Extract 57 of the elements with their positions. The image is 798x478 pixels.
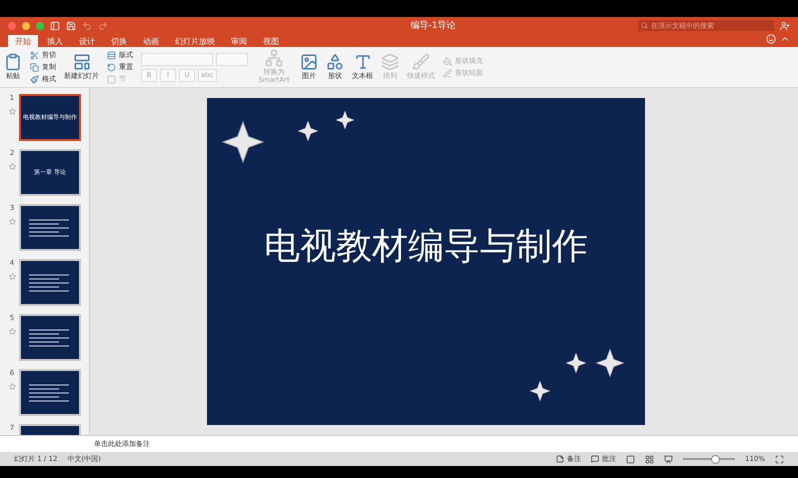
- star-icon: [8, 218, 16, 225]
- save-icon[interactable]: [66, 20, 76, 30]
- ribbon-tab[interactable]: 动画: [136, 35, 166, 47]
- square-icon: [107, 74, 116, 84]
- star-icon: [335, 110, 355, 130]
- star-icon: [8, 163, 16, 170]
- diagram-icon: [265, 49, 283, 68]
- ribbon-tab[interactable]: 审阅: [224, 35, 254, 47]
- ribbon-tab[interactable]: 设计: [72, 35, 102, 47]
- ribbon-tab[interactable]: 切换: [104, 35, 134, 47]
- minimize-button[interactable]: [22, 22, 30, 30]
- layout-icon: [72, 53, 90, 72]
- paintbrush-icon: [30, 74, 39, 84]
- comment-icon: [590, 455, 599, 463]
- fit-icon[interactable]: [775, 454, 784, 464]
- clipboard-icon: [4, 53, 22, 72]
- sidebar-icon[interactable]: [50, 20, 60, 30]
- grid-view-icon[interactable]: [644, 454, 654, 464]
- zoom-slider-thumb[interactable]: [711, 455, 720, 464]
- star-icon: [8, 383, 16, 390]
- slide-thumbnail[interactable]: [19, 369, 81, 416]
- text-icon: [354, 53, 372, 72]
- ribbon-tab[interactable]: 视图: [256, 35, 286, 47]
- image-icon: [300, 53, 318, 72]
- window-title: 编导-1导论: [410, 20, 456, 32]
- note-icon: [556, 455, 564, 463]
- search-icon: [641, 22, 648, 29]
- slideshow-icon[interactable]: [664, 454, 673, 464]
- star-icon: [221, 120, 265, 164]
- slide-thumbnail[interactable]: [19, 204, 81, 251]
- smiley-icon[interactable]: [766, 34, 776, 44]
- star-icon: [565, 352, 587, 374]
- star-icon: [595, 348, 625, 378]
- shapes-icon: [326, 53, 344, 72]
- copy-icon: [30, 62, 39, 72]
- font-size-field[interactable]: [216, 52, 248, 66]
- slide-title: 电视教材编导与制作: [264, 225, 588, 269]
- layers-icon: [381, 53, 399, 72]
- ribbon-tab[interactable]: 开始: [8, 35, 38, 47]
- share-icon[interactable]: [780, 20, 790, 30]
- reset-icon: [107, 62, 116, 72]
- star-icon: [8, 328, 16, 335]
- pen-icon: [443, 68, 452, 78]
- list-icon: [107, 50, 116, 60]
- paint-bucket-icon: [443, 56, 452, 66]
- star-icon: [8, 273, 16, 280]
- star-icon: [8, 108, 16, 115]
- brush-icon: [412, 53, 430, 72]
- slide-thumbnail[interactable]: [19, 259, 81, 306]
- slide-thumbnail[interactable]: [19, 314, 81, 361]
- font-name-field[interactable]: [141, 52, 213, 66]
- star-icon: [529, 380, 551, 402]
- normal-view-icon[interactable]: [626, 454, 635, 464]
- ribbon-tab[interactable]: 幻灯片放映: [168, 35, 222, 47]
- ribbon-tab[interactable]: 插入: [40, 35, 70, 47]
- star-icon: [297, 120, 319, 142]
- scissors-icon: [30, 50, 39, 60]
